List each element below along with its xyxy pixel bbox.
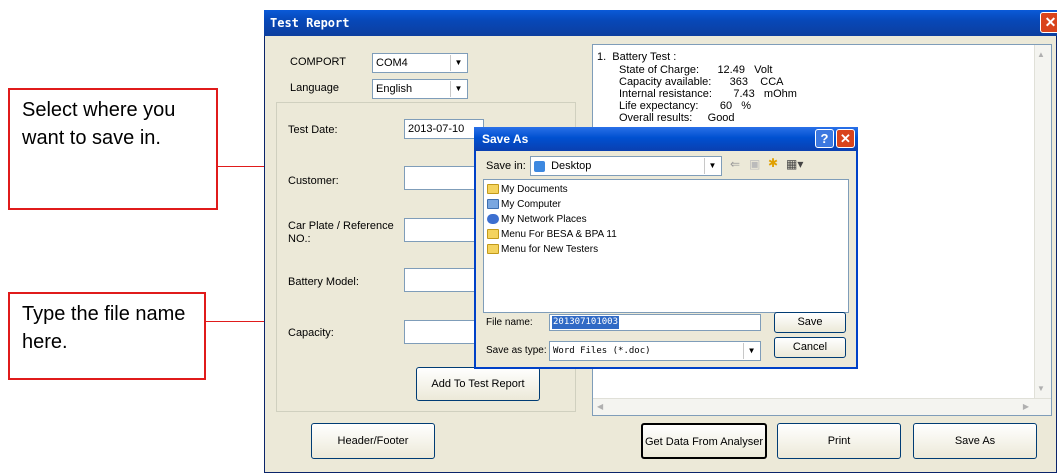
chevron-down-icon: ▼ (450, 81, 466, 97)
customer-label: Customer: (288, 175, 339, 187)
list-item-label: My Computer (501, 199, 562, 210)
header-footer-button[interactable]: Header/Footer (311, 423, 435, 459)
test-date-label: Test Date: (288, 124, 338, 136)
network-icon (487, 214, 499, 225)
file-list: My Documents My Computer My Network Plac… (483, 179, 849, 313)
file-name-value: 201307101003 (552, 316, 620, 329)
callout-file-name: Type the file name here. (8, 292, 206, 380)
report-line: State of Charge: 12.49 Volt (619, 64, 773, 76)
list-item[interactable]: Menu for New Testers (487, 242, 598, 257)
save-type-label: Save as type: (486, 345, 547, 356)
chevron-down-icon[interactable]: ▼ (1037, 383, 1045, 395)
chevron-right-icon[interactable]: ▶ (1023, 401, 1029, 413)
list-item[interactable]: My Network Places (487, 212, 587, 227)
file-name-input[interactable]: 201307101003 (549, 314, 761, 331)
window-close-button[interactable]: ✕ (1040, 12, 1057, 33)
chevron-down-icon: ▼ (743, 343, 759, 359)
folder-icon (487, 244, 499, 255)
get-data-button[interactable]: Get Data From Analyser (641, 423, 767, 459)
language-value: English (376, 83, 413, 95)
comport-select[interactable]: COM4 ▼ (372, 53, 468, 73)
test-date-field[interactable]: 2013-07-10 (404, 119, 484, 139)
back-icon[interactable]: ⇐ (730, 157, 740, 171)
chevron-down-icon: ▼ (704, 158, 720, 174)
print-button[interactable]: Print (777, 423, 901, 459)
list-item[interactable]: My Computer (487, 197, 561, 212)
battery-model-field[interactable] (404, 268, 484, 292)
callout-save-in-text: Select where you want to save in. (22, 99, 176, 149)
dialog-save-button[interactable]: Save (774, 312, 846, 333)
view-menu-icon[interactable]: ▦▾ (786, 157, 803, 171)
dialog-title: Save As (474, 127, 858, 151)
chevron-left-icon[interactable]: ◀ (597, 401, 603, 413)
dialog-cancel-button[interactable]: Cancel (774, 337, 846, 358)
capacity-field[interactable] (404, 320, 484, 344)
report-line: Life expectancy: 60 % (619, 100, 752, 112)
list-item-label: My Documents (501, 184, 568, 195)
save-in-label: Save in: (486, 160, 526, 172)
callout-file-name-text: Type the file name here. (22, 303, 186, 353)
car-plate-field[interactable] (404, 218, 484, 242)
save-type-value: Word Files (*.doc) (553, 346, 651, 356)
report-line: Internal resistance: 7.43 mOhm (619, 88, 797, 100)
computer-icon (487, 199, 499, 210)
new-folder-icon[interactable]: ✱ (768, 156, 778, 170)
callout-save-in: Select where you want to save in. (8, 88, 218, 210)
help-button[interactable]: ? (815, 129, 834, 148)
folder-icon (487, 184, 499, 195)
list-item[interactable]: My Documents (487, 182, 568, 197)
test-date-value: 2013-07-10 (408, 123, 465, 135)
report-line: Overall results: Good (619, 112, 735, 124)
customer-field[interactable] (404, 166, 484, 190)
list-item-label: Menu for New Testers (501, 244, 599, 255)
add-to-test-report-button[interactable]: Add To Test Report (416, 367, 540, 401)
save-as-button[interactable]: Save As (913, 423, 1037, 459)
window-title: Test Report (264, 10, 1057, 36)
language-label: Language (290, 82, 339, 94)
chevron-down-icon: ▼ (450, 55, 466, 71)
chevron-up-icon[interactable]: ▲ (1037, 49, 1045, 61)
dialog-close-button[interactable]: ✕ (836, 129, 855, 148)
battery-model-label: Battery Model: (288, 276, 359, 288)
save-in-value: Desktop (551, 160, 592, 172)
file-name-label: File name: (486, 317, 533, 328)
capacity-label: Capacity: (288, 327, 334, 339)
language-select[interactable]: English ▼ (372, 79, 468, 99)
report-line: 1. Battery Test : (597, 51, 677, 63)
save-in-select[interactable]: Desktop ▼ (530, 156, 722, 176)
report-horizontal-scrollbar[interactable]: ◀ ▶ (593, 398, 1051, 415)
save-type-select[interactable]: Word Files (*.doc) ▼ (549, 341, 761, 361)
list-item[interactable]: Menu For BESA & BPA 11 (487, 227, 617, 242)
report-line: Capacity available: 363 CCA (619, 76, 784, 88)
up-folder-icon[interactable]: ▣ (749, 157, 760, 171)
desktop-icon (534, 160, 545, 172)
report-vertical-scrollbar[interactable]: ▲ ▼ (1034, 45, 1051, 415)
car-plate-label: Car Plate / Reference NO.: (288, 220, 394, 245)
list-item-label: My Network Places (501, 214, 587, 225)
folder-icon (487, 229, 499, 240)
comport-value: COM4 (376, 57, 408, 69)
comport-label: COMPORT (290, 56, 347, 68)
list-item-label: Menu For BESA & BPA 11 (501, 229, 617, 240)
